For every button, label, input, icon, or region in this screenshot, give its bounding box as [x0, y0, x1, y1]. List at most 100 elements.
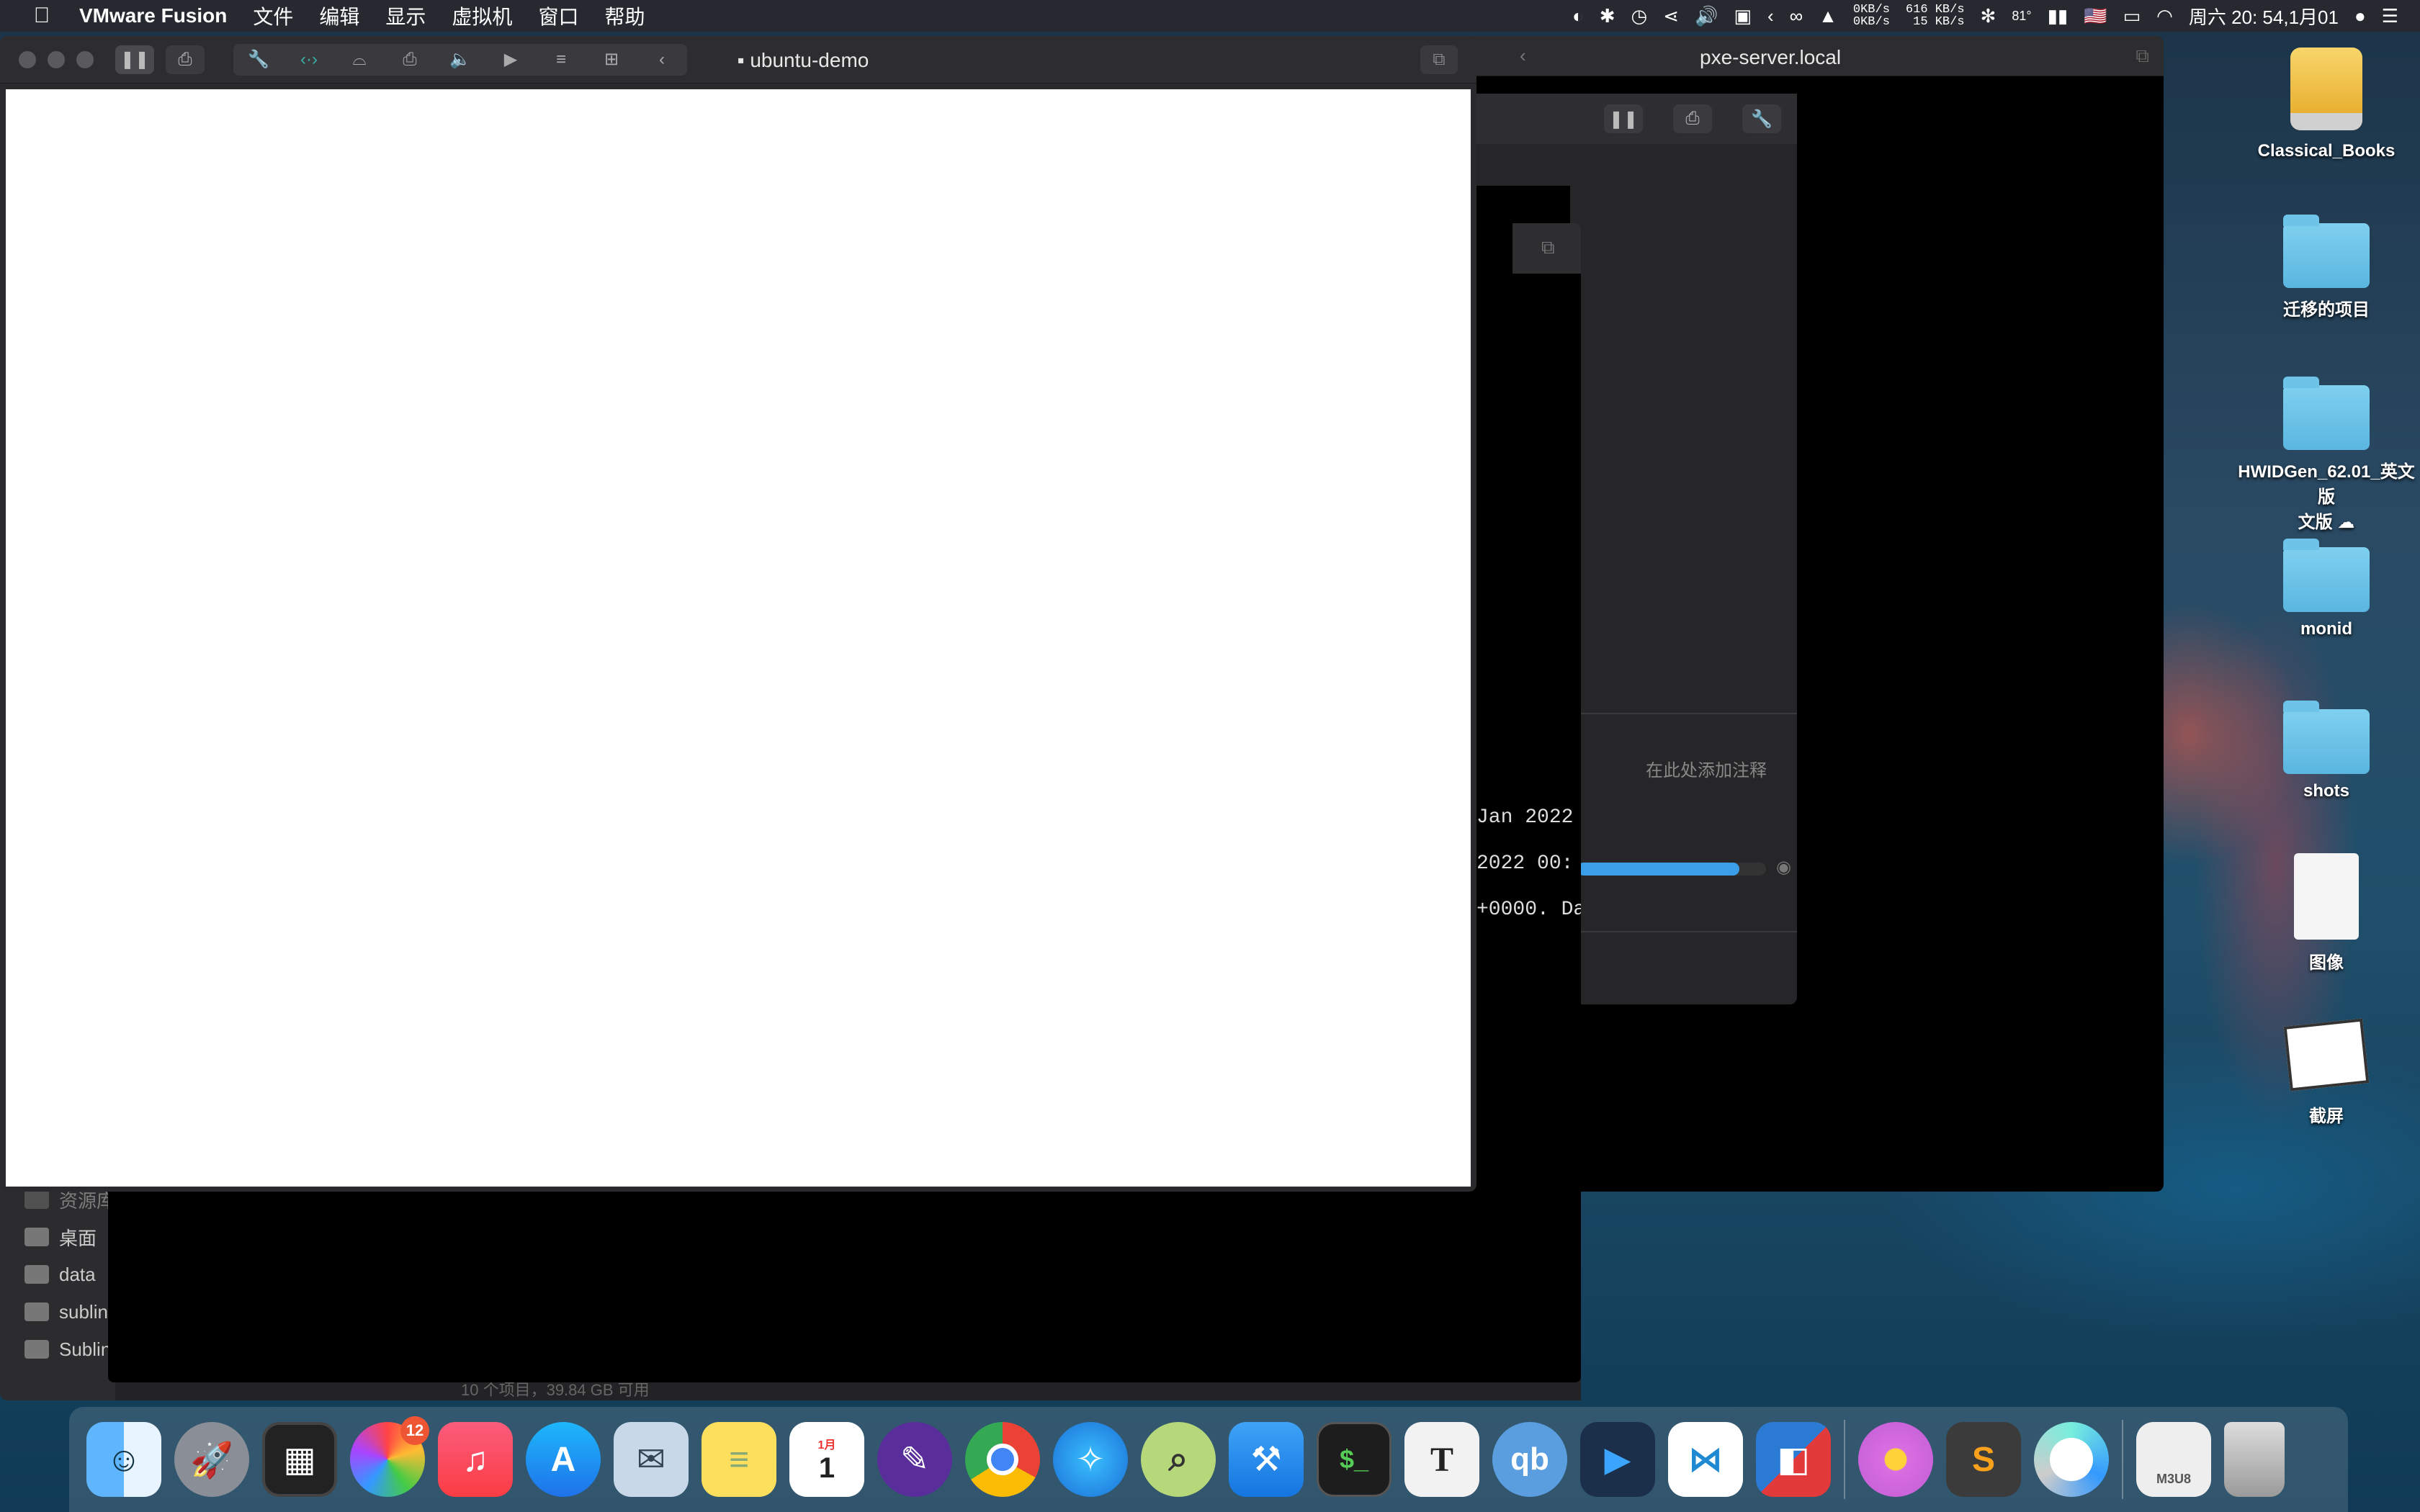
clipboard-icon[interactable]: ▣ [1734, 5, 1752, 27]
close-button[interactable] [19, 50, 36, 68]
ubuntu-title: ▪ ubuntu-demo [130, 49, 1476, 72]
sidebar-item-desktop[interactable]: 桌面 [0, 1218, 115, 1256]
calendar-day: 1 [818, 1452, 835, 1484]
mission-control-dock-icon[interactable]: ▦ [262, 1422, 337, 1497]
fullscreen-icon[interactable]: ⧉ [1541, 236, 1555, 259]
vm-panel-toolbar: ❚❚ ⎙ 🔧 [1469, 94, 1797, 144]
app-store-dock-icon[interactable]: A [526, 1422, 601, 1497]
kite-dock-icon[interactable]: ✎ [877, 1422, 952, 1497]
sidebar-label: sublin [59, 1300, 108, 1323]
desktop-item[interactable]: monid [2233, 539, 2420, 639]
menu-help[interactable]: 帮助 [604, 1, 645, 30]
vmware-fusion-dock-icon[interactable]: ◧ [1756, 1422, 1831, 1497]
photos-dock-icon[interactable]: 12 [350, 1416, 429, 1497]
desktop-item[interactable]: Classical_Books [2233, 48, 2420, 161]
image-doc-icon [2294, 853, 2359, 940]
console-line-2: 2022 00: [1476, 852, 1574, 875]
user-icon[interactable]: ● [2354, 5, 2366, 27]
finder-dock-icon[interactable]: ☺ [86, 1422, 161, 1497]
folder-icon [2283, 701, 2370, 774]
menu-vm[interactable]: 虚拟机 [452, 1, 512, 30]
fullscreen-button[interactable]: ⧉ [1420, 45, 1458, 74]
snapshot-button[interactable]: ⎙ [1673, 104, 1712, 133]
chrome-dock-icon[interactable] [965, 1422, 1040, 1497]
dock-separator [1844, 1420, 1845, 1499]
sidebar-label: 桌面 [59, 1227, 97, 1249]
chevron-left-icon[interactable]: ‹ [1520, 45, 1526, 67]
qbittorrent-dock-icon[interactable]: qb [1492, 1422, 1567, 1497]
desktop-item[interactable]: 迁移的项目 [2233, 215, 2420, 320]
wifi-icon[interactable]: ◠ [2156, 5, 2173, 27]
divider [1563, 713, 1797, 714]
progress-bar [1577, 863, 1766, 876]
music-dock-icon[interactable]: ♫ [438, 1422, 513, 1497]
volume-icon[interactable]: 🔊 [1695, 5, 1718, 27]
settings-wrench-button[interactable]: 🔧 [1742, 104, 1781, 133]
console-line-1: Jan 2022 [1476, 806, 1574, 829]
xcode-dock-icon[interactable]: ⚒ [1229, 1422, 1304, 1497]
time-machine-icon[interactable]: ◷ [1631, 5, 1648, 27]
menu-edit[interactable]: 编辑 [319, 1, 359, 30]
notes-placeholder[interactable]: 在此处添加注释 [1646, 756, 1767, 781]
vm-doc-icon: ▪ [737, 49, 750, 71]
calendar-dock-icon[interactable]: 1月 1 [789, 1422, 864, 1497]
progress-fill [1577, 863, 1740, 876]
infuse-dock-icon[interactable]: ▶ [1580, 1422, 1655, 1497]
flag-icon[interactable]: 🇺🇸 [2084, 5, 2107, 27]
safari-dock-icon[interactable]: ✧ [1053, 1422, 1128, 1497]
bluetooth-icon[interactable]: ✱ [1600, 5, 1615, 27]
menu-app-name[interactable]: VMware Fusion [79, 4, 227, 27]
network-stat-1: 0KB/s 0KB/s [1853, 4, 1890, 28]
vm-screen[interactable] [6, 89, 1471, 1187]
cat-icon[interactable]: ▲ [1819, 5, 1837, 27]
cpu-meter-icon[interactable]: ▮▮ [2048, 5, 2069, 27]
ubuntu-demo-window: ❚❚ ⎙ 🔧 ‹·› ⌓ ⎙ 🔈 ▶ ≡ ⊞ ‹ ▪ ubuntu-demo ⧉ [0, 36, 1476, 1192]
vscode-dock-icon[interactable]: ⋈ [1668, 1422, 1743, 1497]
datetime[interactable]: 周六 20: 54,1月01 [2189, 3, 2339, 30]
pause-button[interactable]: ❚❚ [1604, 104, 1643, 133]
dock: ☺ 🚀 ▦ 12 ♫ A ✉ ≡ 1月 1 ✎ ✧ ⌕ ⚒ $_ T qb ▶ ⋈… [69, 1407, 2348, 1512]
desktop-item[interactable]: shots [2233, 701, 2420, 801]
launchpad-dock-icon[interactable]: 🚀 [174, 1422, 249, 1497]
sidebar-item-sublin[interactable]: sublin [0, 1293, 115, 1331]
apple-menu-icon[interactable]:  [27, 4, 56, 28]
petal-dock-icon[interactable] [1858, 1422, 1933, 1497]
refresh-icon[interactable]: ◉ [1776, 857, 1791, 878]
sidebar-item-sublime[interactable]: Sublin [0, 1331, 115, 1368]
network-stat-2: 616 KB/s 15 KB/s [1906, 4, 1965, 28]
db-browser-dock-icon[interactable]: ⌕ [1141, 1422, 1216, 1497]
chrome-status-icon[interactable]: ◐ [1572, 5, 1584, 27]
drive-icon [2290, 48, 2362, 130]
pxe-titlebar[interactable]: ‹ pxe-server.local ⧉ [1440, 36, 2164, 76]
control-center-icon[interactable]: ☰ [2382, 5, 2398, 27]
menu-file[interactable]: 文件 [253, 1, 293, 30]
menu-window[interactable]: 窗口 [538, 1, 578, 30]
photos-badge: 12 [400, 1416, 429, 1445]
m3u8-file-dock-icon[interactable]: M3U8 [2136, 1422, 2211, 1497]
infinity-icon[interactable]: ∞ [1790, 5, 1803, 27]
desktop-item[interactable]: HWIDGen_62.01_英文版 文版 ☁ [2233, 377, 2420, 533]
share-icon[interactable]: ⋖ [1663, 5, 1679, 27]
folder-icon [24, 1340, 49, 1359]
migration-dock-icon[interactable] [2034, 1422, 2109, 1497]
desktop-item[interactable]: 截屏 [2233, 1018, 2420, 1127]
battery-icon[interactable]: ▭ [2123, 5, 2141, 27]
sublime-dock-icon[interactable]: S [1946, 1422, 2021, 1497]
typora-dock-icon[interactable]: T [1404, 1422, 1479, 1497]
notes-dock-icon[interactable]: ≡ [702, 1422, 776, 1497]
sidebar-item-data[interactable]: data [0, 1256, 115, 1293]
fullscreen-icon[interactable]: ⧉ [2136, 45, 2149, 68]
preview-dock-icon[interactable]: ✉ [614, 1422, 689, 1497]
chevron-left-icon[interactable]: ‹ [1767, 5, 1774, 27]
desktop-label: monid [2300, 619, 2352, 639]
menu-view[interactable]: 显示 [385, 1, 426, 30]
trash-dock-icon[interactable] [2224, 1422, 2285, 1497]
desktop-item[interactable]: 图像 [2233, 853, 2420, 973]
minimize-button[interactable] [48, 50, 65, 68]
screenshot-icon [2283, 1018, 2370, 1092]
folder-icon [2283, 215, 2370, 288]
fan-icon[interactable]: ✻ [1981, 5, 1996, 27]
zoom-button[interactable] [76, 50, 94, 68]
terminal-dock-icon[interactable]: $_ [1317, 1422, 1392, 1497]
ubuntu-titlebar[interactable]: ❚❚ ⎙ 🔧 ‹·› ⌓ ⎙ 🔈 ▶ ≡ ⊞ ‹ ▪ ubuntu-demo ⧉ [0, 36, 1476, 84]
